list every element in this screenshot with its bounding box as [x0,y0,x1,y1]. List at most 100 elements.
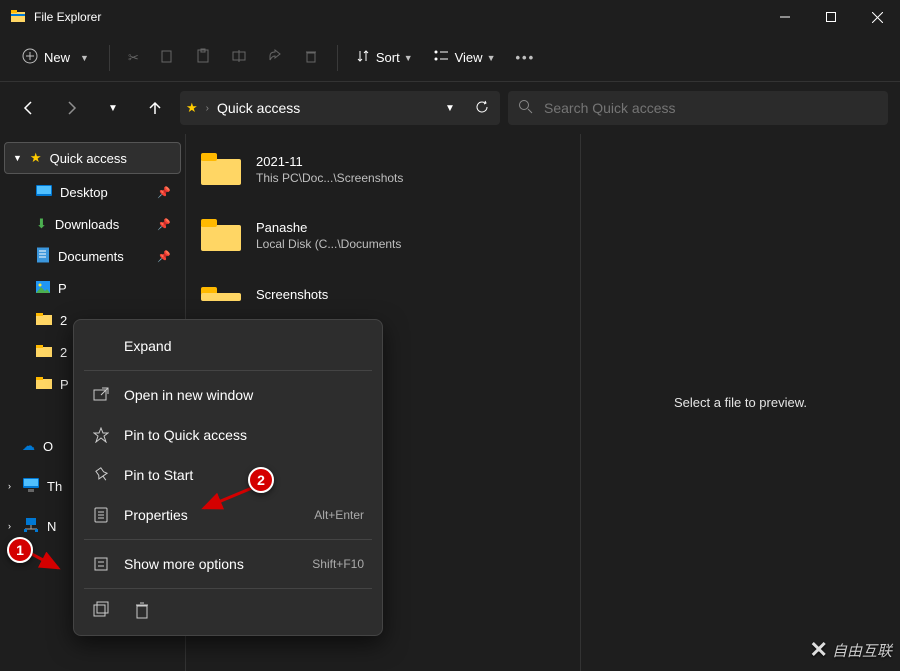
file-item[interactable]: Panashe Local Disk (C...\Documents [192,212,574,258]
sidebar-label: P [60,377,69,392]
network-icon [23,518,39,535]
sidebar-label: P [58,281,67,296]
sidebar-label: Quick access [50,151,127,166]
ctx-label: Open in new window [124,387,253,403]
file-text: Screenshots [256,287,328,302]
delete-button[interactable] [295,40,327,76]
sort-label: Sort [376,50,400,65]
sidebar-label: Documents [58,249,124,264]
new-label: New [44,50,70,65]
ctx-pin-quick-access[interactable]: Pin to Quick access [78,415,378,455]
ctx-shortcut: Shift+F10 [312,557,364,571]
sidebar-label: O [43,439,53,454]
sidebar-label: Downloads [55,217,119,232]
window-title: File Explorer [34,10,101,24]
desktop-icon [36,185,52,200]
recent-button[interactable]: ▼ [96,91,130,125]
folder-icon [36,313,52,328]
ctx-show-more[interactable]: Show more options Shift+F10 [78,544,378,584]
chevron-right-icon: › [8,521,11,531]
copy-path-icon[interactable] [92,601,110,622]
back-button[interactable] [12,91,46,125]
separator [84,370,372,371]
view-button[interactable]: View ▼ [425,40,504,76]
rename-icon [231,48,247,67]
sidebar-quick-access[interactable]: ▼ ★ Quick access [4,142,181,174]
ctx-open-new-window[interactable]: Open in new window [78,375,378,415]
rename-button[interactable] [223,40,255,76]
close-button[interactable] [854,0,900,34]
file-text: Panashe Local Disk (C...\Documents [256,220,401,251]
paste-icon [195,48,211,67]
file-item[interactable]: Screenshots [192,278,574,310]
ctx-bottom-row [78,593,378,629]
sidebar-item-documents[interactable]: Documents 📌 [0,240,185,272]
search-box[interactable] [508,91,888,125]
file-text: 2021-11 This PC\Doc...\Screenshots [256,154,403,185]
file-name: Panashe [256,220,401,235]
more-button[interactable]: ••• [507,40,543,76]
refresh-button[interactable] [470,100,494,117]
trash-icon[interactable] [134,601,150,622]
sort-icon [356,49,370,66]
context-menu: Expand Open in new window Pin to Quick a… [73,319,383,636]
file-name: 2021-11 [256,154,403,169]
share-button[interactable] [259,40,291,76]
new-button[interactable]: New ▼ [12,40,99,76]
address-bar[interactable]: ★ › Quick access ▼ [180,91,500,125]
ctx-label: Show more options [124,556,244,572]
folder-icon [36,345,52,360]
sidebar-item-truncated[interactable]: P [0,272,185,304]
minimize-button[interactable] [762,0,808,34]
search-input[interactable] [544,100,878,116]
address-dropdown[interactable]: ▼ [438,103,462,114]
annotation-arrow-2 [198,484,258,514]
file-item[interactable]: 2021-11 This PC\Doc...\Screenshots [192,146,574,192]
properties-icon [92,507,110,523]
star-icon: ★ [30,150,42,166]
share-icon [267,48,283,67]
file-name: Screenshots [256,287,328,302]
watermark-text: 自由互联 [832,640,892,661]
chevron-down-icon: ▼ [108,103,118,114]
window-controls [762,0,900,34]
titlebar-left: File Explorer [10,8,101,27]
view-label: View [455,50,483,65]
sidebar-label: Th [47,479,62,494]
ctx-expand[interactable]: Expand [78,326,378,366]
ctx-label: Expand [124,338,171,354]
sidebar-item-desktop[interactable]: Desktop 📌 [0,176,185,208]
file-path: This PC\Doc...\Screenshots [256,171,403,185]
forward-button[interactable] [54,91,88,125]
cut-button[interactable]: ✂ [120,40,147,76]
cloud-icon: ☁ [22,438,35,454]
annotation-badge-1: 1 [7,537,33,563]
annotation-badge-2: 2 [248,467,274,493]
navigation-row: ▼ ★ › Quick access ▼ [0,82,900,134]
pin-icon: 📌 [157,250,171,263]
command-bar: New ▼ ✂ Sort ▼ View ▼ ••• [0,34,900,82]
chevron-right-icon: › [8,481,11,491]
address-separator: › [206,103,209,114]
pin-icon: 📌 [157,186,171,199]
ctx-shortcut: Alt+Enter [314,508,364,522]
maximize-button[interactable] [808,0,854,34]
chevron-down-icon: ▼ [80,53,89,63]
paste-button[interactable] [187,40,219,76]
ctx-label: Pin to Start [124,467,193,483]
up-button[interactable] [138,91,172,125]
copy-button[interactable] [151,40,183,76]
more-options-icon [92,556,110,572]
separator [84,539,372,540]
sidebar-label: N [47,519,56,534]
pin-icon [92,467,110,483]
plus-icon [22,48,38,67]
sidebar-item-downloads[interactable]: ⬇ Downloads 📌 [0,208,185,240]
chevron-down-icon: ▼ [13,153,22,163]
folder-icon [200,218,242,252]
copy-icon [159,48,175,67]
sidebar-label: 2 [60,313,67,328]
sort-button[interactable]: Sort ▼ [348,40,421,76]
pin-icon: 📌 [157,218,171,231]
folder-icon [36,377,52,392]
